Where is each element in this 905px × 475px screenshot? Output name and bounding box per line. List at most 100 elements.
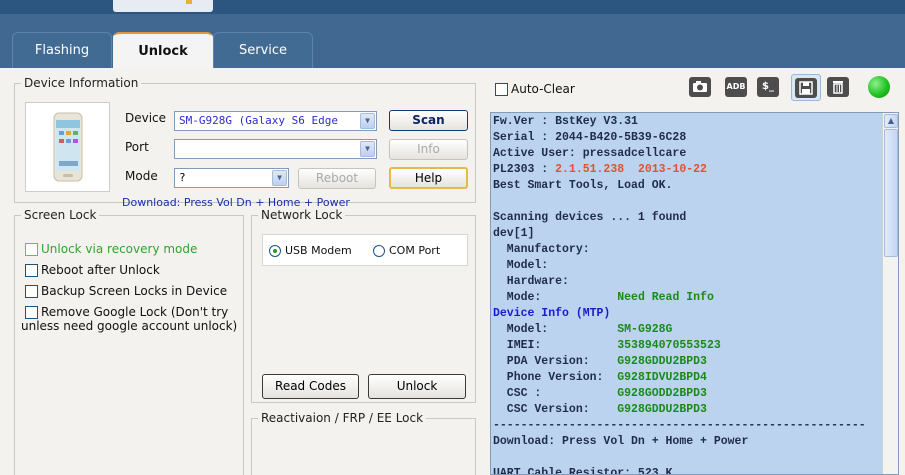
connection-type-box: USB Modem COM Port xyxy=(262,234,468,266)
mode-label: Mode xyxy=(125,169,158,183)
log-line: CSC Version: G928GDDU2BPD3 xyxy=(493,402,881,418)
device-select-value: SM-G928G (Galaxy S6 Edge xyxy=(179,114,338,127)
network-lock-legend: Network Lock xyxy=(261,208,343,222)
backup-screen-locks-label: Backup Screen Locks in Device xyxy=(41,284,228,298)
log-line-text: dev[1] xyxy=(493,227,535,240)
scroll-thumb[interactable] xyxy=(884,129,898,257)
mode-select[interactable]: ? ▼ xyxy=(174,168,289,188)
unlock-via-recovery-label: Unlock via recovery mode xyxy=(41,242,198,256)
save-log-button[interactable] xyxy=(791,74,821,101)
log-line: Hardware: xyxy=(493,274,881,290)
help-button[interactable]: Help xyxy=(389,167,468,189)
floppy-icon xyxy=(799,81,813,95)
tab-unlock[interactable]: Unlock xyxy=(113,32,213,69)
log-line-text: Model: xyxy=(493,323,618,336)
log-line: PDA Version: G928GDDU2BPD3 xyxy=(493,354,881,370)
phone-icon xyxy=(53,112,83,182)
log-line-text: PL2303 : xyxy=(493,163,556,176)
log-line-text: Phone Version: xyxy=(493,371,618,384)
log-scrollbar[interactable]: ▲ xyxy=(882,113,898,474)
log-line-text: Hardware: xyxy=(493,275,569,288)
adb-icon: ADB xyxy=(726,82,746,91)
remove-google-lock-checkbox[interactable] xyxy=(25,306,38,319)
log-line-text: CSC : xyxy=(493,387,618,400)
usb-modem-radio[interactable] xyxy=(269,245,281,257)
log-line-text: Device Info (MTP) xyxy=(493,307,611,320)
screen-lock-group: Screen Lock Unlock via recovery mode Reb… xyxy=(14,208,244,475)
port-select[interactable]: ▼ xyxy=(174,139,377,159)
log-line-text: IMEI: xyxy=(493,339,618,352)
info-button[interactable]: Info xyxy=(389,139,468,160)
unlock-via-recovery-checkbox[interactable] xyxy=(25,243,38,256)
log-line: Model: xyxy=(493,258,881,274)
terminal-icon: $_ xyxy=(762,81,774,92)
tab-service[interactable]: Service xyxy=(213,32,313,68)
reboot-button[interactable]: Reboot xyxy=(298,168,376,189)
device-label: Device xyxy=(125,111,167,125)
upper-tab-accent xyxy=(186,0,192,4)
mode-select-value: ? xyxy=(179,171,186,184)
log-line-highlight: G928GDDU2BPD3 xyxy=(617,355,707,368)
chevron-down-icon[interactable]: ▼ xyxy=(360,113,375,129)
log-line-text: Fw.Ver : BstKey V3.31 xyxy=(493,115,638,128)
log-line-text: Download: Press Vol Dn + Home + Power xyxy=(493,435,749,448)
log-line: Mode: Need Read Info xyxy=(493,290,881,306)
log-line-highlight: 353894070553523 xyxy=(617,339,721,352)
read-codes-button[interactable]: Read Codes xyxy=(262,374,359,399)
auto-clear-checkbox[interactable] xyxy=(495,83,508,96)
log-line: ----------------------------------------… xyxy=(493,418,881,434)
com-port-label: COM Port xyxy=(389,244,441,257)
tab-flashing[interactable]: Flashing xyxy=(12,32,112,68)
unlock-panel: Device Information Device SM-G928G (Gala… xyxy=(0,68,905,475)
log-line-text: Scanning devices ... 1 found xyxy=(493,211,687,224)
shell-button[interactable]: $_ xyxy=(757,77,779,97)
trash-icon xyxy=(833,81,843,94)
com-port-radio[interactable] xyxy=(373,245,385,257)
log-output[interactable]: Fw.Ver : BstKey V3.31 Serial : 2044-B420-… xyxy=(490,112,899,475)
log-line-highlight: SM-G928G xyxy=(617,323,673,336)
network-lock-group: Network Lock USB Modem COM Port Read Cod… xyxy=(251,208,476,403)
log-line-text: Best Smart Tools, Load OK. xyxy=(493,179,673,192)
device-information-group: Device Information Device SM-G928G (Gala… xyxy=(14,76,476,209)
log-line-text: PDA Version: xyxy=(493,355,618,368)
save-log-inner xyxy=(795,78,817,98)
scroll-up-icon[interactable]: ▲ xyxy=(884,114,898,128)
status-indicator-icon xyxy=(868,76,890,98)
log-line: PL2303 : 2.1.51.238 2013-10-22 xyxy=(493,162,881,178)
log-line-highlight: G928IDVU2BPD4 xyxy=(617,371,707,384)
upper-tab-stub xyxy=(113,0,213,12)
log-line-text: Model: xyxy=(493,259,549,272)
adb-button[interactable]: ADB xyxy=(725,77,747,97)
reactivation-group: Reactivaion / FRP / EE Lock xyxy=(251,411,476,475)
reboot-after-unlock-checkbox[interactable] xyxy=(25,264,38,277)
log-line-text: Active User: pressadcellcare xyxy=(493,147,687,160)
scan-button[interactable]: Scan xyxy=(389,110,468,131)
remove-google-lock-note: unless need google account unlock) xyxy=(21,319,238,333)
log-line-text: Mode: xyxy=(493,291,618,304)
log-line-highlight: G928GDDU2BPD3 xyxy=(617,403,707,416)
log-line: Download: Press Vol Dn + Home + Power xyxy=(493,434,881,450)
main-tab-bar: Flashing Unlock Service xyxy=(0,14,905,69)
port-label: Port xyxy=(125,140,149,154)
chevron-down-icon[interactable]: ▼ xyxy=(360,141,375,157)
log-line: Active User: pressadcellcare xyxy=(493,146,881,162)
screen-lock-legend: Screen Lock xyxy=(24,208,97,222)
screenshot-button[interactable] xyxy=(689,77,711,97)
reboot-after-unlock-label: Reboot after Unlock xyxy=(41,263,160,277)
log-line-highlight: Need Read Info xyxy=(617,291,714,304)
unlock-button[interactable]: Unlock xyxy=(368,374,466,399)
log-line: UART Cable Resistor: 523 K xyxy=(493,466,881,474)
chevron-down-icon[interactable]: ▼ xyxy=(272,170,287,186)
log-line: Model: SM-G928G xyxy=(493,322,881,338)
clear-log-button[interactable] xyxy=(827,77,849,97)
device-information-legend: Device Information xyxy=(24,76,139,90)
device-select[interactable]: SM-G928G (Galaxy S6 Edge ▼ xyxy=(174,111,377,131)
backup-screen-locks-checkbox[interactable] xyxy=(25,285,38,298)
log-line-text: Serial : 2044-B420-5B39-6C28 xyxy=(493,131,687,144)
log-line: IMEI: 353894070553523 xyxy=(493,338,881,354)
log-line-text: ----------------------------------------… xyxy=(493,419,866,432)
log-line: dev[1] xyxy=(493,226,881,242)
log-line: Scanning devices ... 1 found xyxy=(493,210,881,226)
